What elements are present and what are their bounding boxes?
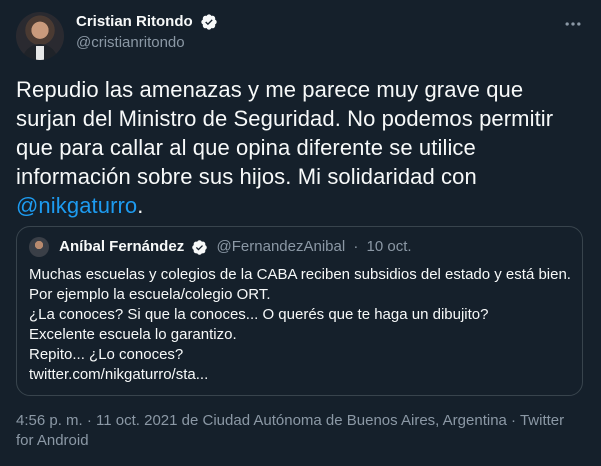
tweet[interactable]: Cristian Ritondo @cristianritondo Repudi… [0, 0, 601, 466]
tweet-metadata[interactable]: 4:56 p. m. · 11 oct. 2021 de Ciudad Autó… [16, 411, 576, 451]
quoted-text-line: Repito... ¿Lo conoces? [29, 346, 184, 363]
quoted-author-handle: @FernandezAnibal [216, 238, 346, 256]
tweet-text: Repudio las amenazas y me parece muy gra… [16, 75, 576, 220]
tweet-text-end: . [137, 193, 144, 218]
author-block[interactable]: Cristian Ritondo @cristianritondo [76, 12, 218, 53]
verified-badge-icon [201, 14, 217, 30]
quoted-tweet-text: Muchas escuelas y colegios de la CABA re… [29, 265, 574, 385]
quoted-text-line: Por ejemplo la escuela/colegio ORT. [29, 286, 271, 303]
quoted-tweet[interactable]: Aníbal Fernández @FernandezAnibal · 10 o… [16, 226, 583, 396]
author-handle[interactable]: @cristianritondo [76, 33, 218, 53]
verified-badge-icon [192, 239, 208, 255]
mention-link[interactable]: @nikgaturro [16, 193, 137, 218]
quoted-author-avatar [29, 237, 49, 258]
separator-dot: · [353, 238, 359, 256]
more-options-icon[interactable] [561, 12, 585, 36]
quoted-text-line: Excelente escuela lo garantizo. [29, 326, 237, 343]
more-dots-icon [565, 22, 581, 26]
quoted-tweet-header: Aníbal Fernández @FernandezAnibal · 10 o… [29, 237, 412, 258]
quoted-text-line: Muchas escuelas y colegios de la CABA re… [29, 266, 571, 283]
quoted-text-line: ¿La conoces? Si que la conoces... O quer… [29, 306, 489, 323]
author-avatar[interactable] [16, 12, 64, 60]
quoted-author-name: Aníbal Fernández [59, 238, 185, 256]
quoted-tweet-date[interactable]: 10 oct. [367, 237, 412, 257]
tweet-text-body: Repudio las amenazas y me parece muy gra… [16, 77, 554, 189]
avatar-shirt [36, 46, 44, 60]
author-name[interactable]: Cristian Ritondo [76, 12, 193, 32]
quoted-link[interactable]: twitter.com/nikgaturro/sta... [29, 365, 574, 385]
